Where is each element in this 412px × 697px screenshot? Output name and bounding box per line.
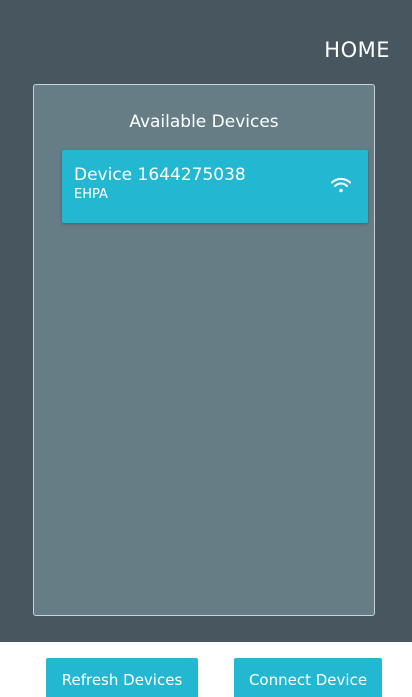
refresh-devices-button[interactable]: Refresh Devices (46, 658, 198, 697)
app-screen: HOME Available Devices Device 1644275038… (0, 0, 412, 642)
wifi-icon (331, 177, 351, 193)
page-title: HOME (324, 38, 390, 62)
available-devices-panel: Available Devices Device 1644275038 EHPA (33, 84, 375, 616)
device-subtitle: EHPA (74, 187, 108, 202)
panel-title: Available Devices (129, 112, 279, 132)
connect-device-button[interactable]: Connect Device (234, 658, 382, 697)
device-name: Device 1644275038 (74, 165, 246, 185)
device-list-item[interactable]: Device 1644275038 EHPA (62, 150, 368, 223)
footer-bar: Refresh Devices Connect Device (0, 642, 412, 697)
